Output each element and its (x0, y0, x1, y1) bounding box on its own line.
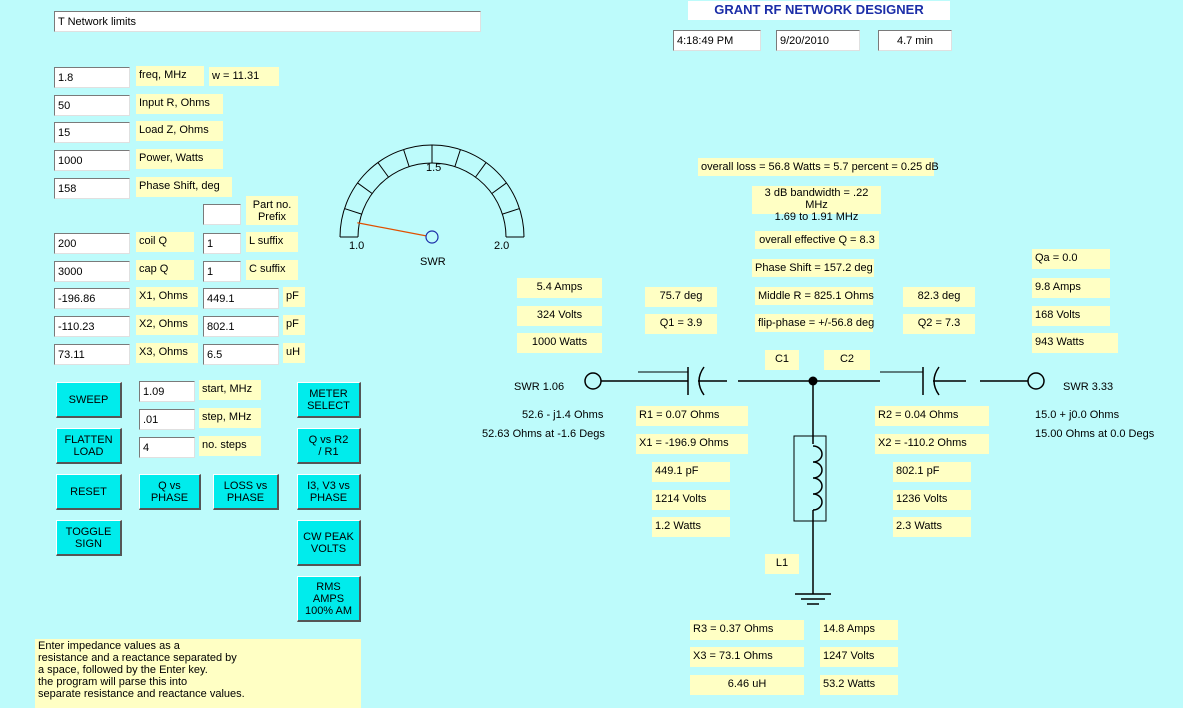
l1-amps: 14.8 Amps (820, 620, 898, 640)
output-amps: 9.8 Amps (1032, 278, 1110, 298)
c2-watts: 2.3 Watts (893, 517, 971, 537)
l1-watts: 53.2 Watts (820, 675, 898, 695)
phase-shift-result: Phase Shift = 157.2 deg (752, 259, 874, 277)
c2-label: C2 (824, 350, 870, 370)
flip-phase: flip-phase = +/-56.8 deg (755, 314, 874, 332)
output-z-polar: 15.00 Ohms at 0.0 Degs (1035, 428, 1155, 440)
c1-r: R1 = 0.07 Ohms (636, 406, 748, 426)
c1-volts: 1214 Volts (652, 490, 730, 510)
c2-r: R2 = 0.04 Ohms (875, 406, 989, 426)
c1-watts: 1.2 Watts (652, 517, 730, 537)
c2-deg: 82.3 deg (903, 287, 975, 307)
l1-r: R3 = 0.37 Ohms (690, 620, 804, 640)
middle-r: Middle R = 825.1 Ohms (755, 287, 874, 305)
t-network-schematic (584, 366, 1045, 605)
c2-x: X2 = -110.2 Ohms (875, 434, 989, 454)
c1-value: 449.1 pF (652, 462, 730, 482)
output-watts: 943 Watts (1032, 333, 1118, 353)
input-amps: 5.4 Amps (517, 278, 602, 298)
output-swr: SWR 3.33 (1063, 381, 1114, 393)
c1-q: Q1 = 3.9 (645, 314, 717, 334)
input-z: 52.6 - j1.4 Ohms (522, 409, 604, 421)
overall-loss: overall loss = 56.8 Watts = 5.7 percent … (698, 158, 939, 176)
l1-volts: 1247 Volts (820, 647, 898, 667)
l1-label: L1 (765, 554, 799, 574)
junction-dot (808, 376, 818, 386)
input-watts: 1000 Watts (517, 333, 602, 353)
l1-x: X3 = 73.1 Ohms (690, 647, 804, 667)
output-volts: 168 Volts (1032, 306, 1110, 326)
bandwidth: 3 dB bandwidth = .22 MHz 1.69 to 1.91 MH… (752, 186, 881, 223)
output-port-icon (1027, 372, 1045, 390)
input-volts: 324 Volts (517, 306, 602, 326)
input-port-icon (584, 372, 602, 390)
c1-label: C1 (765, 350, 799, 370)
input-z-polar: 52.63 Ohms at -1.6 Degs (482, 428, 605, 440)
c2-value: 802.1 pF (893, 462, 971, 482)
output-qa: Qa = 0.0 (1032, 249, 1110, 269)
l1-value: 6.46 uH (690, 675, 804, 695)
input-swr: SWR 1.06 (514, 381, 565, 393)
effective-q: overall effective Q = 8.3 (755, 231, 879, 249)
c2-volts: 1236 Volts (893, 490, 971, 510)
c1-deg: 75.7 deg (645, 287, 717, 307)
inductor-coil-icon (812, 445, 823, 511)
output-z: 15.0 + j0.0 Ohms (1035, 409, 1120, 421)
c1-x: X1 = -196.9 Ohms (636, 434, 748, 454)
c2-q: Q2 = 7.3 (903, 314, 975, 334)
